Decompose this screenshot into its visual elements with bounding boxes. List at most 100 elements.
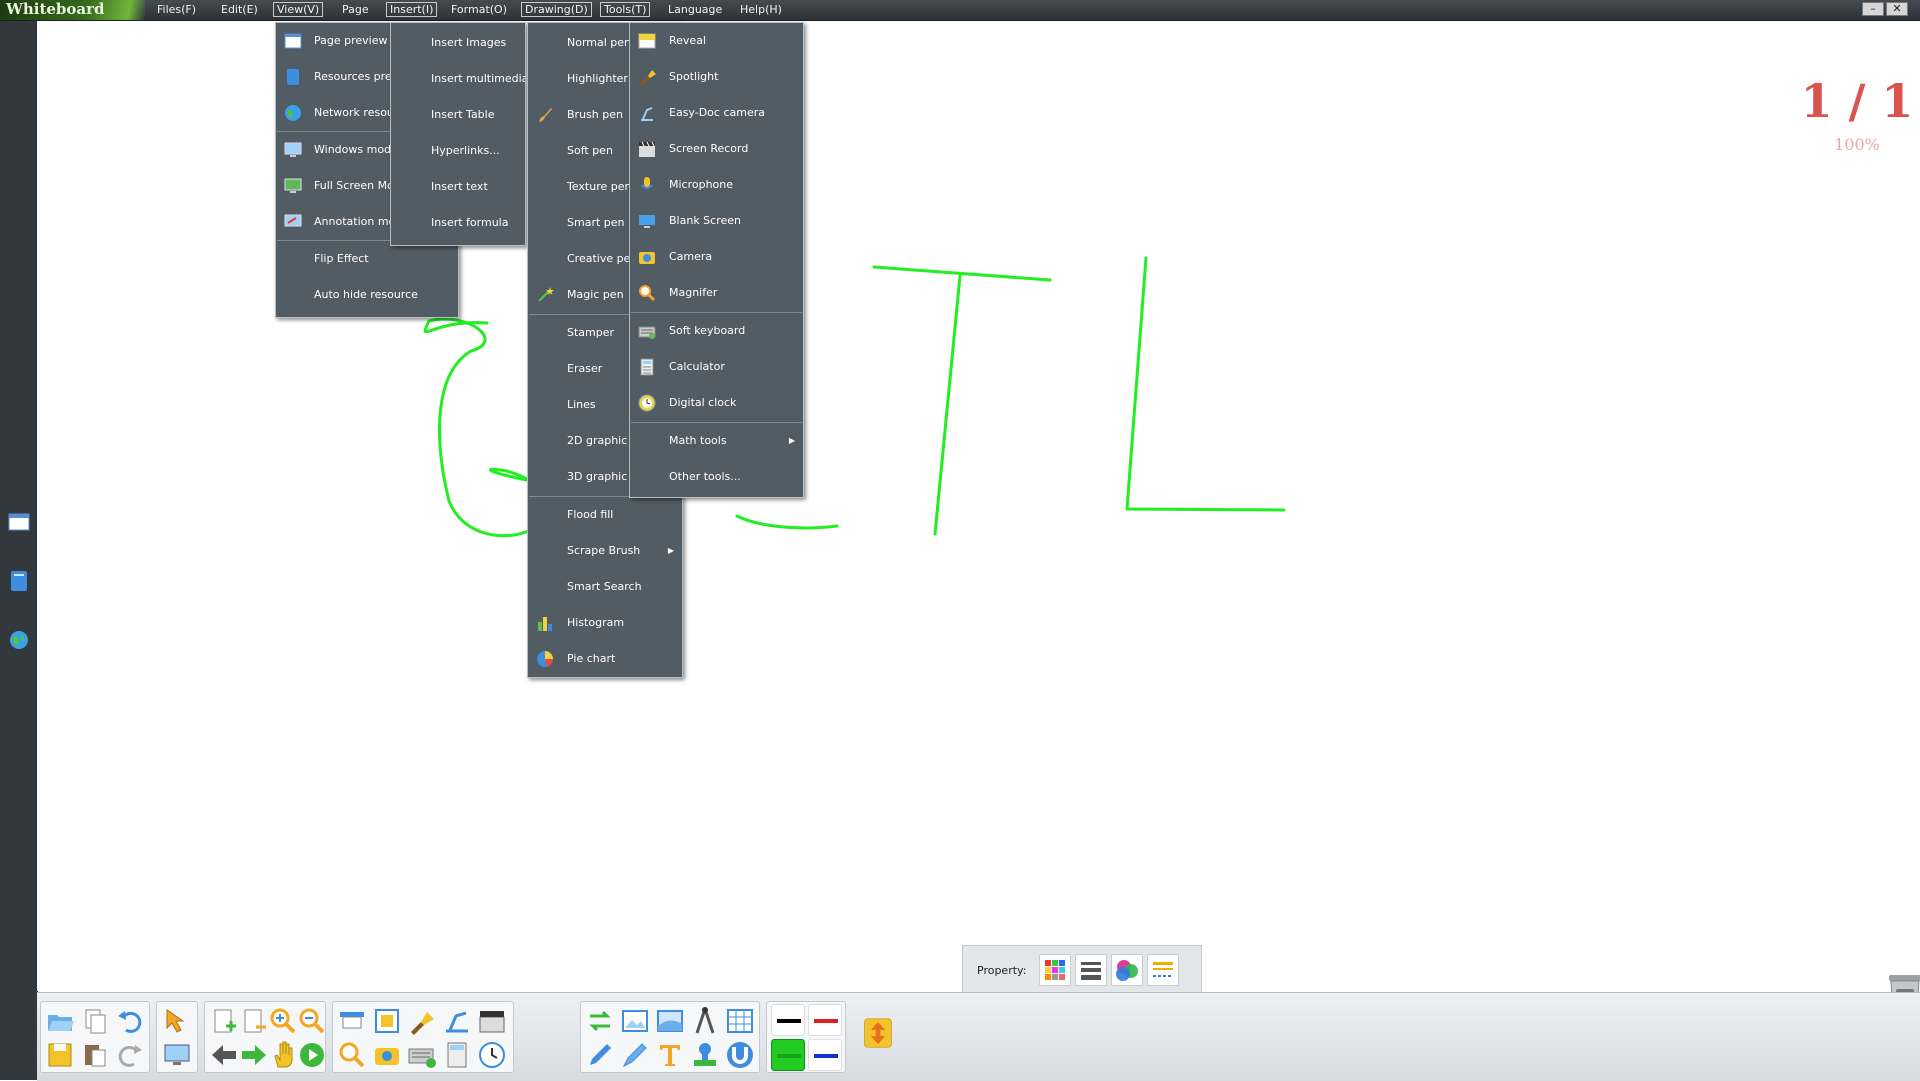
camera-button[interactable] [372, 1040, 402, 1070]
screen-record-button[interactable] [477, 1006, 507, 1036]
reveal-button[interactable] [337, 1006, 367, 1036]
minimize-button[interactable]: – [1862, 2, 1884, 16]
close-button[interactable]: ✕ [1886, 2, 1908, 16]
line-width-button[interactable] [1075, 954, 1107, 986]
tools-spotlight[interactable]: Spotlight [630, 59, 803, 95]
menu-format[interactable]: Format(O) [448, 2, 510, 17]
menu-edit[interactable]: Edit(E) [218, 2, 261, 17]
tools-magnifer[interactable]: Magnifer [630, 275, 803, 311]
display-mode-button[interactable] [162, 1040, 192, 1070]
menu-language[interactable]: Language [665, 2, 725, 17]
drawing-pie-chart[interactable]: Pie chart [528, 641, 682, 677]
network-resources-icon[interactable] [8, 629, 30, 651]
tools-digital-clock[interactable]: Digital clock [630, 385, 803, 421]
insert-images[interactable]: Insert Images [391, 25, 525, 61]
clock-button[interactable] [477, 1040, 507, 1070]
menu-insert[interactable]: Insert(I) [386, 2, 438, 17]
tools-soft-keyboard[interactable]: Soft keyboard [630, 313, 803, 349]
text-button[interactable] [655, 1040, 685, 1070]
new-page-button[interactable] [80, 1006, 110, 1036]
page-preview-icon[interactable] [8, 511, 30, 533]
menu-view[interactable]: View(V) [273, 2, 324, 17]
tools-easy-doc-camera[interactable]: Easy-Doc camera [630, 95, 803, 131]
insert-text[interactable]: Insert text [391, 169, 525, 205]
spotlight-button[interactable] [407, 1006, 437, 1036]
clapperboard-icon [479, 1011, 505, 1033]
tools-screen-record[interactable]: Screen Record [630, 131, 803, 167]
tools-calculator[interactable]: Calculator [630, 349, 803, 385]
insert-multimedia[interactable]: Insert multimedia [391, 61, 525, 97]
color-black-swatch[interactable] [771, 1004, 805, 1036]
drawing-smart-search[interactable]: Smart Search [528, 569, 682, 605]
previous-page-button[interactable] [209, 1040, 239, 1070]
undo-button[interactable] [115, 1006, 145, 1036]
compass-button[interactable] [690, 1006, 720, 1036]
zoom-in-button[interactable] [268, 1006, 298, 1036]
tools-reveal[interactable]: Reveal [630, 23, 803, 59]
stamper-button[interactable] [690, 1040, 720, 1070]
resources-preview-icon [287, 69, 299, 85]
drawing-scrape-brush[interactable]: Scrape Brush ▶ [528, 533, 682, 569]
color-blue-swatch[interactable] [808, 1039, 842, 1071]
menu-drawing[interactable]: Drawing(D) [521, 2, 592, 17]
save-button[interactable] [45, 1040, 75, 1070]
color-red-swatch[interactable] [808, 1004, 842, 1036]
drawing-flood-fill[interactable]: Flood fill [528, 497, 682, 533]
reveal-icon [638, 33, 656, 49]
insert-table-button[interactable] [725, 1006, 755, 1036]
insert-image-button[interactable] [620, 1006, 650, 1036]
color-green-swatch[interactable] [771, 1039, 805, 1071]
next-page-button[interactable] [239, 1040, 269, 1070]
highlighter-button[interactable] [620, 1040, 650, 1070]
up-down-arrow-icon [864, 1018, 892, 1048]
menu-files[interactable]: Files(F) [154, 2, 199, 17]
menu-tools[interactable]: Tools(T) [600, 2, 651, 17]
toggle-toolbar-button[interactable] [863, 1018, 899, 1056]
color-swatch-group [766, 1001, 846, 1073]
network-globe-icon [285, 105, 301, 121]
magnet-button[interactable] [725, 1040, 755, 1070]
color-grid-icon [1045, 960, 1065, 980]
delete-page-button[interactable] [239, 1006, 269, 1036]
calculator-button[interactable] [442, 1040, 472, 1070]
line-style-button[interactable] [1147, 954, 1179, 986]
pen-button[interactable] [585, 1040, 615, 1070]
magic-wand-icon [538, 287, 554, 302]
play-button[interactable] [297, 1040, 327, 1070]
flashlight-icon [640, 70, 656, 86]
color-mix-button[interactable] [1111, 954, 1143, 986]
magnifier-button[interactable] [337, 1040, 367, 1070]
insert-table[interactable]: Insert Table [391, 97, 525, 133]
flashlight-icon [411, 1012, 434, 1035]
tools-math-tools[interactable]: Math tools ▶ [630, 423, 803, 459]
fullscreen-monitor-icon [284, 178, 302, 193]
soft-keyboard-button[interactable] [407, 1040, 437, 1070]
view-flip-effect[interactable]: Flip Effect [276, 241, 458, 277]
paste-button[interactable] [80, 1040, 110, 1070]
insert-formula[interactable]: Insert formula [391, 205, 525, 241]
color-grid-button[interactable] [1039, 954, 1071, 986]
zoom-out-button[interactable] [297, 1006, 327, 1036]
page-preview-icon [284, 33, 302, 49]
menu-page[interactable]: Page [339, 2, 372, 17]
drawing-histogram[interactable]: Histogram [528, 605, 682, 641]
arrow-left-icon [212, 1045, 236, 1065]
open-file-button[interactable] [45, 1006, 75, 1036]
view-auto-hide-resource[interactable]: Auto hide resource [276, 277, 458, 313]
tools-microphone[interactable]: Microphone [630, 167, 803, 203]
hand-pan-button[interactable] [268, 1040, 298, 1070]
add-page-button[interactable] [209, 1006, 239, 1036]
switch-button[interactable] [585, 1006, 615, 1036]
menu-help[interactable]: Help(H) [737, 2, 785, 17]
menu-bar: Whiteboard Files(F) Edit(E) View(V) Page… [0, 0, 1920, 21]
select-pointer-button[interactable] [162, 1006, 192, 1036]
insert-background-button[interactable] [655, 1006, 685, 1036]
insert-hyperlinks[interactable]: Hyperlinks... [391, 133, 525, 169]
resources-preview-icon[interactable] [8, 570, 30, 592]
tools-blank-screen[interactable]: Blank Screen [630, 203, 803, 239]
tools-other-tools[interactable]: Other tools... [630, 459, 803, 495]
redo-button[interactable] [115, 1040, 145, 1070]
fit-screen-button[interactable] [372, 1006, 402, 1036]
tools-camera[interactable]: Camera [630, 239, 803, 275]
doc-camera-button[interactable] [442, 1006, 472, 1036]
